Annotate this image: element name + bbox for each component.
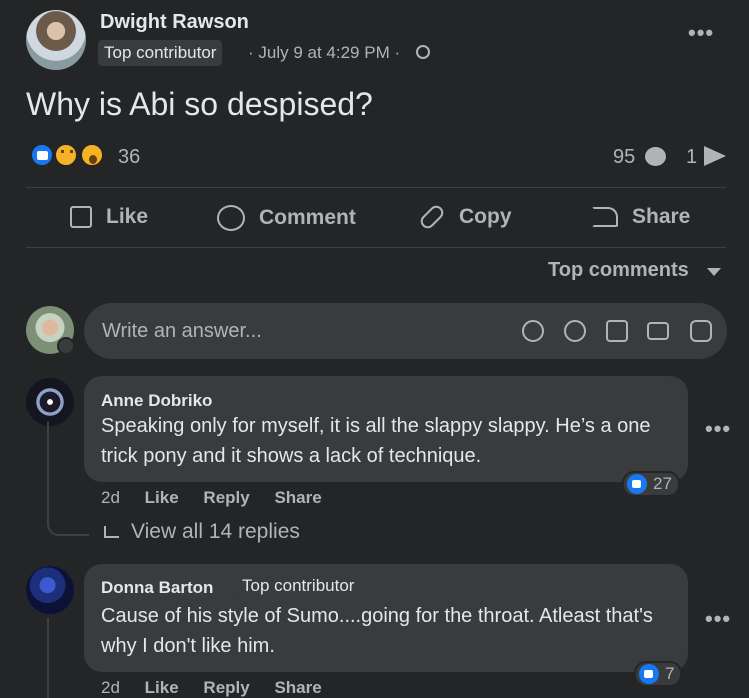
gif-icon[interactable] (647, 322, 669, 340)
comment-time[interactable]: 2d (101, 678, 120, 697)
avatar-sticker-icon[interactable] (522, 320, 544, 342)
camera-icon[interactable] (606, 320, 628, 342)
sticker-icon[interactable] (690, 320, 712, 342)
copy-button-label: Copy (459, 205, 512, 228)
comment-actions: 2d Like Reply Share (101, 488, 322, 508)
comment-icon (217, 205, 245, 231)
author-name[interactable]: Dwight Rawson (100, 11, 249, 34)
commenter-name[interactable]: Anne Dobriko (101, 391, 212, 411)
comment-sort-dropdown[interactable]: Top comments (548, 259, 689, 282)
share-button[interactable]: Share (592, 205, 690, 229)
like-icon (627, 474, 647, 494)
comment-reply-button[interactable]: Reply (203, 488, 249, 507)
like-button-label: Like (106, 205, 149, 228)
answer-input[interactable] (84, 303, 727, 359)
commenter-name[interactable]: Donna Barton (101, 578, 213, 598)
top-contributor-badge: Top contributor (236, 573, 361, 599)
commenter-avatar[interactable] (26, 378, 74, 426)
thumbs-up-icon (70, 206, 92, 228)
like-button[interactable]: Like (70, 205, 148, 229)
share-button-label: Share (632, 205, 691, 228)
author-avatar[interactable] (26, 10, 86, 70)
comment-share-button[interactable]: Share (274, 678, 321, 697)
comment-like-count[interactable]: 7 (634, 661, 683, 687)
like-reaction-icon (30, 143, 54, 167)
link-icon (417, 202, 447, 232)
comment-like-button[interactable]: Like (145, 488, 179, 507)
comment-bubble-icon (645, 147, 666, 166)
reaction-count[interactable]: 36 (118, 146, 140, 169)
like-count: 7 (665, 664, 675, 683)
share-arrow-icon (704, 146, 726, 166)
comment-text: Speaking only for myself, it is all the … (101, 415, 651, 467)
comment-actions: 2d Like Reply Share (101, 678, 322, 698)
reply-thread-line (47, 618, 49, 698)
post-timestamp[interactable]: · July 9 at 4:29 PM · (248, 43, 400, 63)
copy-button[interactable]: Copy (417, 202, 512, 232)
comment-reply-button[interactable]: Reply (203, 678, 249, 697)
like-icon (639, 664, 659, 684)
comment-text: Cause of his style of Sumo....going for … (101, 605, 653, 657)
more-options-icon[interactable]: ••• (688, 20, 714, 46)
divider (26, 187, 726, 188)
chevron-down-icon[interactable] (57, 337, 75, 355)
wow-reaction-icon (80, 143, 104, 167)
comment-count[interactable]: 95 (613, 146, 635, 169)
comment-like-button[interactable]: Like (145, 678, 179, 697)
emoji-icon[interactable] (564, 320, 586, 342)
comment-more-icon[interactable]: ••• (705, 416, 731, 442)
globe-icon (416, 45, 430, 59)
view-replies-label: View all 14 replies (131, 520, 300, 543)
share-icon (592, 207, 618, 227)
post-title: Why is Abi so despised? (26, 86, 373, 122)
share-count[interactable]: 1 (686, 146, 697, 169)
like-count: 27 (653, 474, 672, 493)
comment-more-icon[interactable]: ••• (705, 606, 731, 632)
comment-button-label: Comment (259, 206, 356, 229)
divider (26, 247, 726, 248)
chevron-down-icon[interactable] (707, 268, 721, 276)
comment-time[interactable]: 2d (101, 488, 120, 507)
haha-reaction-icon (54, 143, 78, 167)
reply-arrow-icon (104, 526, 119, 538)
commenter-avatar[interactable] (26, 566, 74, 614)
reply-thread-line (47, 422, 89, 536)
comment-bubble: Anne Dobriko Speaking only for myself, i… (84, 376, 688, 482)
top-contributor-badge: Top contributor (98, 40, 223, 66)
comment-share-button[interactable]: Share (274, 488, 321, 507)
comment-button[interactable]: Comment (217, 205, 356, 231)
comment-like-count[interactable]: 27 (622, 471, 680, 497)
view-replies-button[interactable]: View all 14 replies (104, 520, 300, 544)
comment-bubble: Donna Barton Top contributor Cause of hi… (84, 564, 688, 672)
